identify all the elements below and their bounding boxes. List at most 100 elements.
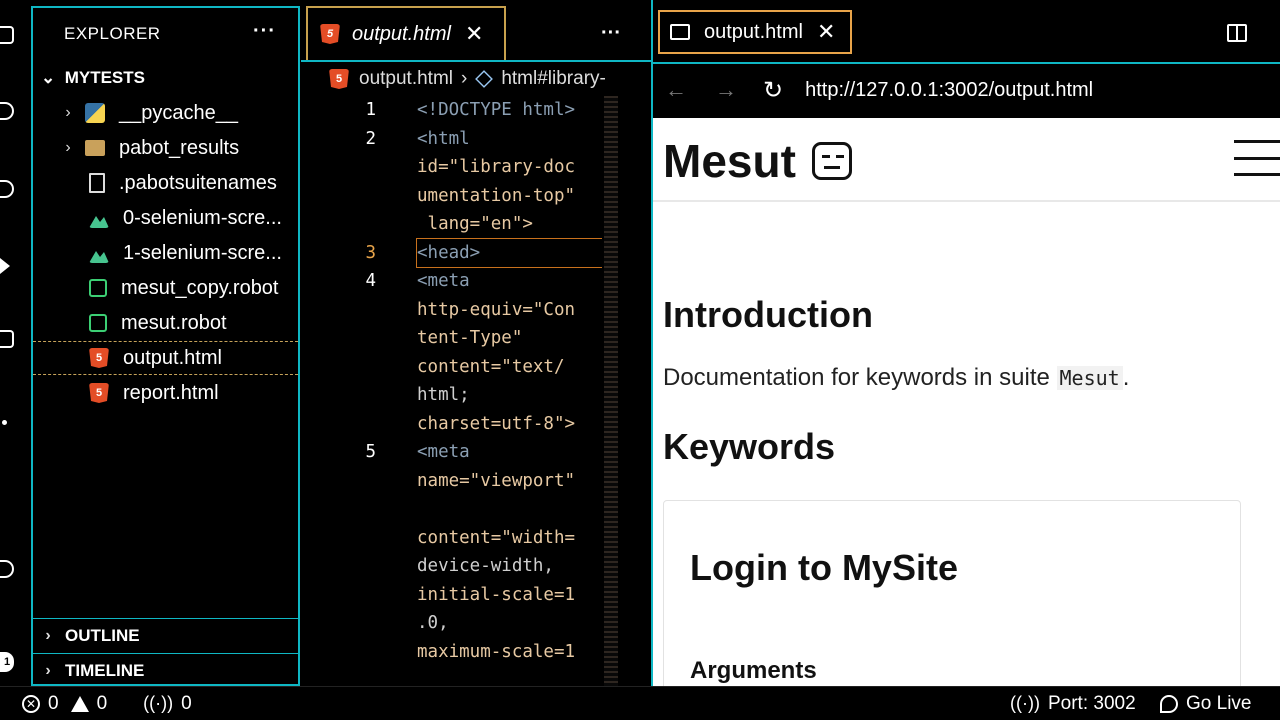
line-number: 2 (365, 128, 376, 149)
tree-item-label: __pycache__ (119, 101, 238, 124)
search-icon[interactable] (0, 102, 14, 120)
timeline-label: TIMELINE (65, 660, 145, 680)
tree-item-pabot-results[interactable]: › pabot_results (33, 131, 298, 165)
robot-file-icon (89, 314, 107, 332)
close-icon[interactable]: ✕ (465, 21, 483, 47)
port-indicator[interactable]: ((·)) Port: 3002 (1010, 693, 1136, 715)
code-line: tent-Type" (417, 328, 523, 348)
code-line: content="text/ (417, 356, 565, 377)
python-folder-icon (85, 103, 105, 123)
ports-indicator[interactable]: ((·)) 0 (143, 693, 192, 715)
forward-icon[interactable]: → (715, 77, 739, 103)
explorer-sidebar: EXPLORER ··· ⌄ MYTESTS › __pycache__ › p… (31, 6, 300, 686)
source-control-icon[interactable] (0, 180, 14, 198)
code-line: initial-scale=1 (417, 584, 576, 605)
html5-icon: 5 (329, 69, 349, 89)
image-icon (89, 251, 109, 263)
error-icon: ✕ (22, 694, 40, 713)
activity-bar: 1 (0, 0, 30, 686)
tree-item-label: 0-selenium-scre... (123, 206, 282, 229)
robot-file-icon (89, 279, 107, 297)
split-editor-icon[interactable] (1227, 24, 1247, 42)
chevron-right-icon: › (65, 139, 71, 156)
symbol-icon (475, 70, 494, 88)
code-line: <meta (417, 271, 470, 291)
folder-header[interactable]: ⌄ MYTESTS (41, 68, 145, 88)
code-line: maximum-scale=1 (417, 641, 576, 662)
tab-output-html-preview[interactable]: output.html ✕ (658, 10, 852, 54)
line-number: 1 (365, 100, 376, 120)
tree-item-mesut-robot[interactable]: mesut.robot (33, 306, 298, 340)
chevron-right-icon: › (45, 626, 51, 644)
warning-icon (70, 695, 89, 712)
breadcrumb-symbol[interactable]: html#library- (501, 68, 606, 90)
tab-output-html-editor[interactable]: 5 output.html ✕ (306, 6, 506, 60)
outline-section[interactable]: › OUTLINE (33, 618, 298, 652)
settings-badge[interactable]: 1 (0, 652, 14, 672)
code-line: http-equiv="Con (417, 299, 576, 320)
tree-item-label: pabot_results (119, 136, 240, 159)
go-live-button[interactable]: Go Live (1160, 693, 1251, 715)
brand-name: Mesut (663, 135, 796, 187)
code-line: umentation-top" (417, 185, 576, 206)
hamburger-menu-icon[interactable] (1234, 140, 1280, 176)
minimap[interactable] (604, 96, 618, 686)
code-line: device-width, (417, 556, 554, 576)
chevron-right-icon: › (45, 661, 51, 679)
suite-name-code: Mesut (1056, 366, 1123, 390)
code-line: content="width= (417, 527, 576, 548)
outline-label: OUTLINE (65, 625, 140, 645)
timeline-section[interactable]: › TIMELINE (33, 653, 298, 687)
code-editor: 5 output.html ✕ ··· 5 output.html › html… (301, 0, 651, 686)
account-icon[interactable] (0, 560, 14, 578)
url-bar[interactable]: http://127.0.0.1:3002/output.html (805, 79, 1093, 102)
line-number: 3 (365, 242, 376, 263)
tree-item-report-html[interactable]: 5 report.html (33, 376, 298, 410)
back-icon[interactable]: ← (665, 77, 689, 103)
tree-item-pycache[interactable]: › __pycache__ (33, 96, 298, 130)
code-line: charset=utf-8"> (417, 413, 576, 434)
ports-count: 0 (181, 692, 192, 714)
tree-item-output-html[interactable]: 5 output.html (33, 341, 298, 375)
broadcast-icon: ((·)) (1010, 693, 1040, 713)
run-debug-icon[interactable] (0, 258, 10, 274)
file-icon (89, 173, 105, 193)
problems-indicator[interactable]: ✕ 0 0 (22, 693, 107, 715)
go-live-label: Go Live (1186, 692, 1252, 714)
line-number: 4 (365, 271, 376, 291)
intro-heading: Introduction (663, 294, 873, 335)
extensions-icon[interactable] (0, 330, 14, 348)
code-area[interactable]: 1 <!DOCTYPE html> 2 <html id="library-doc ume… (301, 96, 651, 686)
tab-label: output.html (352, 22, 451, 45)
tree-item-pabotsuitenames[interactable]: .pabotsuitenames (33, 166, 298, 200)
tree-item-label: .pabotsuitenames (119, 171, 277, 194)
chevron-right-icon: › (65, 104, 71, 121)
code-line: <head> (417, 242, 481, 263)
keyword-title: Login to MySite (690, 547, 958, 588)
breadcrumb: 5 output.html › html#library- (301, 60, 651, 96)
explorer-more-icon[interactable]: ··· (253, 20, 276, 43)
preview-page: Mesut Introduction Documentation for key… (653, 118, 1280, 686)
intro-period: . (1122, 364, 1130, 391)
keywords-heading: Keywords (663, 426, 836, 467)
explorer-icon[interactable] (0, 26, 14, 44)
remote-dot-icon (2, 420, 7, 425)
html5-icon: 5 (89, 383, 109, 403)
reload-icon[interactable]: ↻ (763, 76, 783, 105)
tree-item-screenshot-1[interactable]: 1-selenium-scre... (33, 236, 298, 270)
code-line: lang="en"> (417, 214, 533, 234)
robot-logo-icon (811, 142, 852, 180)
tree-item-screenshot-0[interactable]: 0-selenium-scre... (33, 201, 298, 235)
editor-more-icon[interactable]: ··· (601, 22, 621, 45)
warning-count: 0 (96, 692, 108, 714)
tree-item-label: mesut_copy.robot (121, 276, 279, 299)
close-icon[interactable]: ✕ (817, 19, 835, 45)
breadcrumb-file[interactable]: output.html (359, 68, 453, 90)
code-line: <!DOCTYPE html> (417, 100, 576, 120)
tree-item-label: mesut.robot (121, 311, 227, 334)
tree-item-mesut-copy-robot[interactable]: mesut_copy.robot (33, 271, 298, 305)
keyword-card: Login to MySite Arguments (663, 500, 1241, 686)
port-label: Port: 3002 (1047, 692, 1136, 714)
page-brand[interactable]: Mesut (663, 134, 852, 188)
line-number: 5 (365, 442, 376, 462)
